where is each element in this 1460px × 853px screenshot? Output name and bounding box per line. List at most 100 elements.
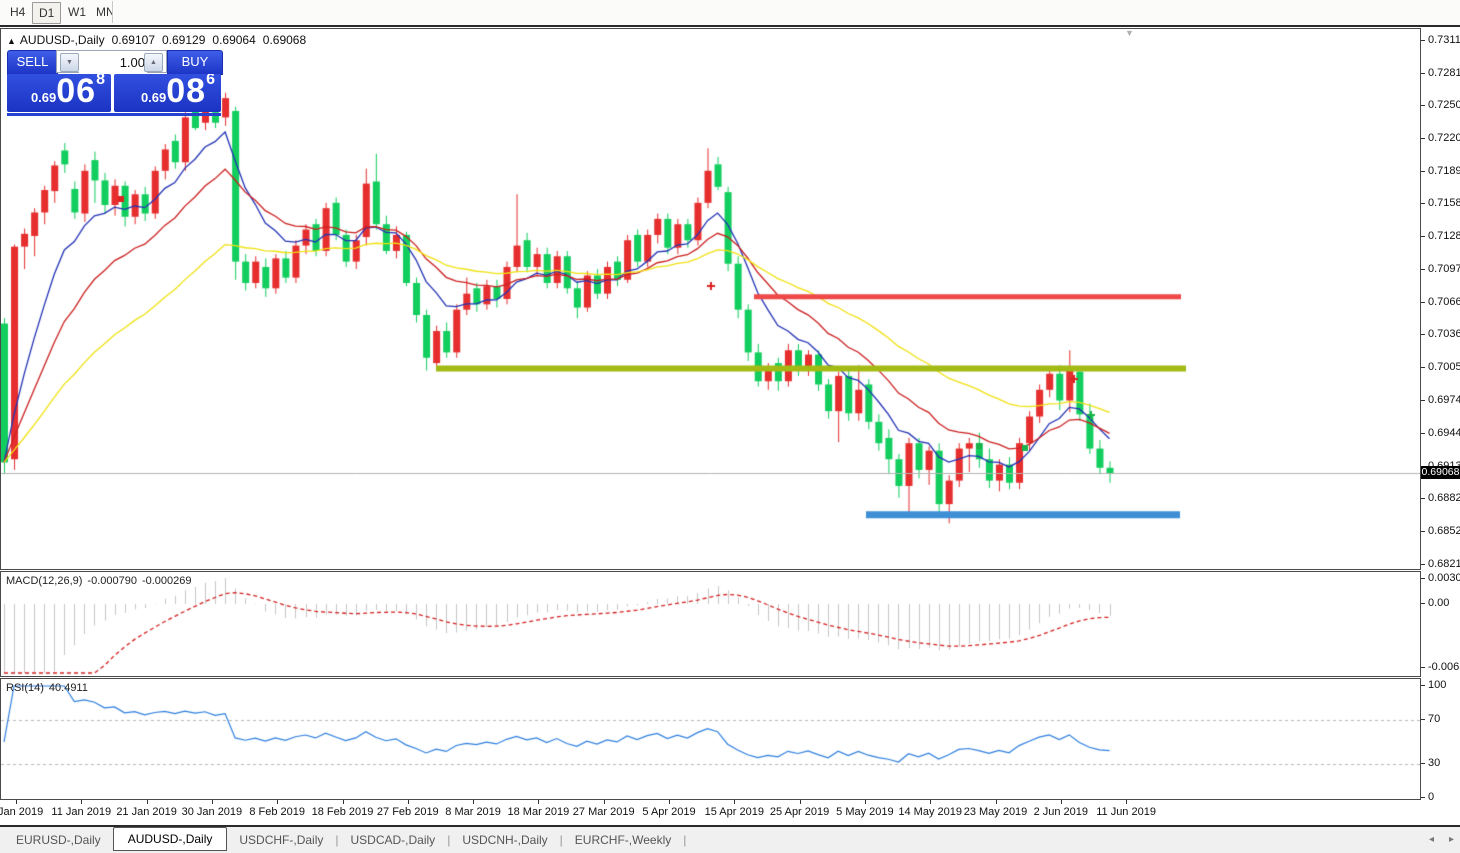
timeframe-button-w1[interactable]: W1 [62,2,92,22]
volume-input[interactable] [79,52,147,73]
date-axis-label: 27 Feb 2019 [377,806,439,818]
price-axis-label: 0.71280 [1428,230,1460,242]
macd-value-1: -0.000790 [87,575,137,587]
price-axis-label: 0.68520 [1428,525,1460,537]
chart-shift-marker-icon[interactable]: ▼ [1125,28,1134,38]
buy-price-prefix: 0.69 [141,90,166,105]
sell-button[interactable]: SELL [7,50,58,75]
axis-tick [1421,564,1425,565]
volume-decrease-button[interactable]: ▼ [60,53,79,72]
axis-tick [930,800,931,804]
price-axis-label: 0.70050 [1428,361,1460,373]
macd-axis: 0.0030350.00-0.006311 [1421,571,1460,677]
axis-tick [604,800,605,804]
buy-price-big: 08 [166,74,206,110]
sell-price-big: 06 [56,74,96,110]
rsi-value: 40.4911 [49,682,88,694]
date-axis-label: 11 Jan 2019 [51,806,111,818]
rsi-axis: 10070300 [1421,678,1460,800]
price-axis-label: 0.70970 [1428,263,1460,275]
price-axis[interactable]: 0.73115 0.72810 0.72505 0.72200 0.71890 0.715… [1421,28,1460,570]
axis-tick [1421,603,1425,604]
timeframe-toolbar: H4D1W1MN [0,0,1460,27]
date-axis[interactable]: 2 Jan 201911 Jan 201921 Jan 201930 Jan 2… [0,800,1460,825]
axis-tick [81,800,82,804]
macd-axis-label: -0.006311 [1428,661,1460,673]
axis-tick [408,800,409,804]
timeframe-button-d1[interactable]: D1 [32,2,61,24]
price-axis-label: 0.70360 [1428,328,1460,340]
sell-price-display[interactable]: 0.69068 [7,74,111,112]
timeframe-button-h4[interactable]: H4 [4,2,31,22]
chart-tab-audusd[interactable]: AUDUSD-,Daily [113,827,228,851]
rsi-canvas[interactable] [1,679,1420,799]
axis-tick [1126,800,1127,804]
axis-tick [734,800,735,804]
rsi-label: RSI(14) 40.4911 [6,682,93,694]
axis-tick [1421,433,1425,434]
main-chart-pane: ▲AUDUSD-,Daily0.691070.691290.690640.690… [0,28,1421,570]
chart-tab-eurchf[interactable]: EURCHF-,Weekly [563,829,683,851]
axis-tick [343,800,344,804]
chart-tab-eurusd[interactable]: EURUSD-,Daily [4,829,113,851]
macd-canvas[interactable] [1,572,1420,676]
axis-tick [1421,334,1425,335]
axis-tick [1421,498,1425,499]
ohlc-high: 0.69129 [162,33,205,47]
chart-tab-bar: EURUSD-,DailyAUDUSD-,DailyUSDCHF-,Daily|… [0,825,1460,853]
buy-button[interactable]: BUY [167,50,223,75]
rsi-axis-label: 30 [1428,757,1440,769]
price-axis-label: 0.69440 [1428,427,1460,439]
axis-tick [1421,105,1425,106]
date-axis-label: 25 Apr 2019 [770,806,829,818]
date-axis-label: 21 Jan 2019 [116,806,177,818]
axis-tick [1421,667,1425,668]
axis-tick [1421,171,1425,172]
chart-tab-usdchf[interactable]: USDCHF-,Daily [227,829,335,851]
axis-tick [1421,531,1425,532]
price-axis-label: 0.71890 [1428,165,1460,177]
price-axis-label: 0.72810 [1428,67,1460,79]
tab-scroll-right-icon[interactable]: ▸ [1449,834,1454,845]
toolbar-separator [112,1,114,23]
volume-increase-button[interactable]: ▲ [144,53,163,72]
axis-tick [16,800,17,804]
axis-tick [212,800,213,804]
axis-tick [1061,800,1062,804]
price-axis-label: 0.71585 [1428,197,1460,209]
axis-tick [277,800,278,804]
rsi-axis-label: 70 [1428,713,1440,725]
date-axis-label: 5 May 2019 [836,806,893,818]
date-axis-label: 2 Jun 2019 [1034,806,1088,818]
tab-scroll-left-icon[interactable]: ◂ [1429,834,1434,845]
axis-tick [1421,367,1425,368]
price-axis-label: 0.68825 [1428,492,1460,504]
price-axis-label: 0.73115 [1428,34,1460,46]
rsi-axis-label: 100 [1428,679,1446,691]
axis-tick [1421,138,1425,139]
axis-tick [473,800,474,804]
axis-tick [669,800,670,804]
price-axis-label: 0.72200 [1428,132,1460,144]
macd-axis-label: 0.00 [1428,597,1449,609]
ohlc-low: 0.69064 [212,33,255,47]
collapse-triangle-icon[interactable]: ▲ [7,36,16,46]
axis-tick [1421,797,1425,798]
date-axis-label: 14 May 2019 [898,806,962,818]
date-axis-label: 30 Jan 2019 [182,806,243,818]
chart-tab-usdcad[interactable]: USDCAD-,Daily [339,829,448,851]
price-axis-label: 0.70665 [1428,296,1460,308]
volume-spinner: ▼ ▲ [56,50,167,73]
one-click-trading-panel: SELL ▼ ▲ BUY 0.69068 0.69086 [7,50,221,116]
price-axis-label: 0.72505 [1428,99,1460,111]
timeframe-button-mn[interactable]: MN [90,2,121,22]
axis-tick [1421,763,1425,764]
axis-tick [147,800,148,804]
date-axis-label: 8 Mar 2019 [445,806,501,818]
rsi-name: RSI(14) [6,682,44,694]
buy-price-display[interactable]: 0.69086 [114,74,221,112]
chart-tab-usdcnh[interactable]: USDCNH-,Daily [450,829,559,851]
trading-terminal-window: H4D1W1MN ▲AUDUSD-,Daily0.691070.691290.6… [0,0,1460,853]
date-axis-label: 15 Apr 2019 [705,806,764,818]
chart-tabs: EURUSD-,DailyAUDUSD-,DailyUSDCHF-,Daily|… [4,827,686,853]
